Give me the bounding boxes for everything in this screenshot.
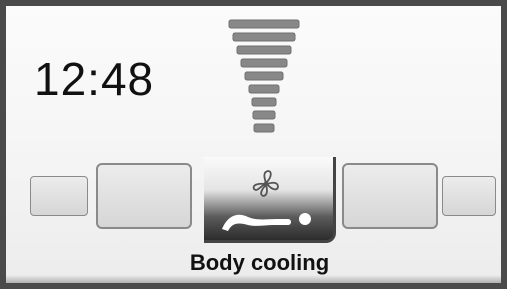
fan-speed-bar-5: [244, 71, 284, 81]
fan-speed-indicator: [228, 19, 300, 133]
fan-speed-bar-6: [248, 84, 280, 94]
fan-speed-bar-9: [253, 123, 275, 133]
fan-icon: [252, 170, 279, 197]
climate-display-panel: 12:48 Body cooling: [6, 6, 501, 283]
fan-speed-bar-2: [232, 32, 296, 42]
mode-tile-left[interactable]: [96, 163, 192, 229]
mode-tile-far-left[interactable]: [30, 176, 88, 216]
mode-tile-selected[interactable]: [204, 157, 336, 243]
fan-speed-bar-1: [228, 19, 300, 29]
fan-speed-bar-4: [240, 58, 288, 68]
selected-mode-graphic: [222, 170, 311, 231]
mode-tile-right[interactable]: [342, 163, 438, 229]
fan-speed-bar-3: [236, 45, 292, 55]
fan-speed-bars: [228, 19, 300, 133]
mode-tile-far-right[interactable]: [442, 176, 496, 216]
clock-time: 12:48: [34, 53, 155, 105]
fan-speed-bar-8: [252, 110, 276, 120]
fan-speed-bar-7: [251, 97, 277, 107]
reclining-body-cooling-icon: [222, 213, 311, 231]
selected-mode-label: Body cooling: [189, 250, 330, 275]
